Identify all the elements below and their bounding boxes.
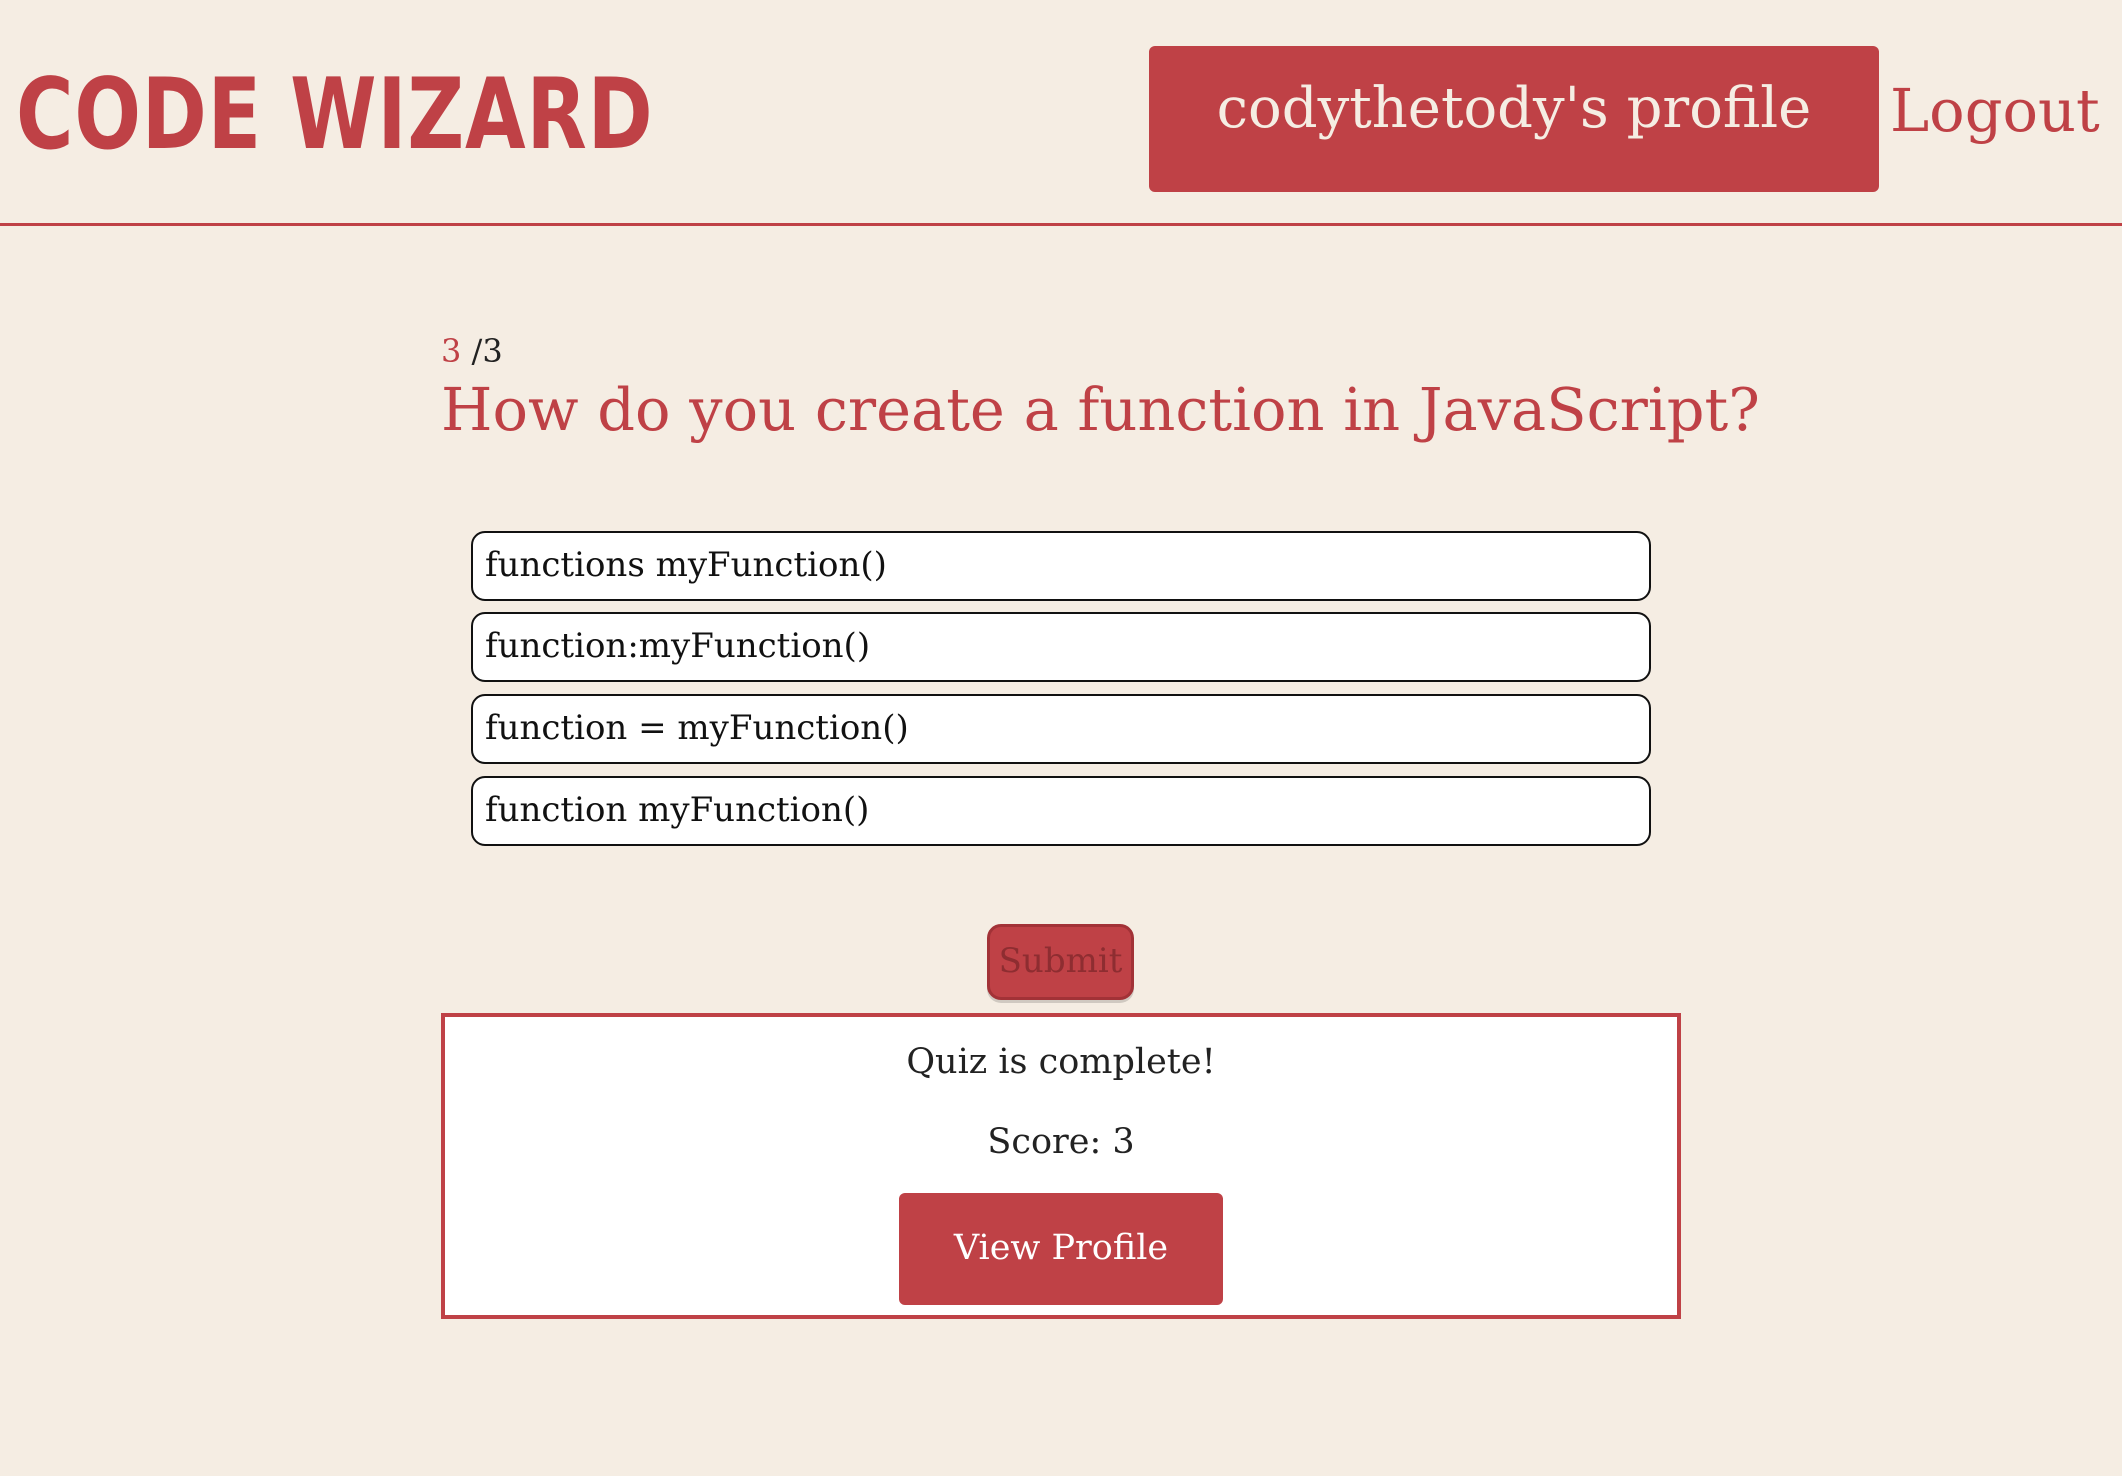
quiz-complete-message: Quiz is complete!: [906, 1042, 1216, 1082]
score-text: Score: 3: [987, 1122, 1135, 1162]
site-logo[interactable]: CODE WIZARD: [16, 56, 654, 174]
answer-option[interactable]: functions myFunction(): [471, 531, 1651, 601]
question-progress: 3 /3: [441, 326, 503, 376]
total-questions: /3: [471, 332, 503, 370]
submit-button[interactable]: Submit: [987, 924, 1134, 1000]
answer-option[interactable]: function myFunction(): [471, 776, 1651, 846]
profile-button[interactable]: codythetody's profile: [1149, 46, 1879, 192]
site-header: CODE WIZARD codythetody's profile Logout: [0, 0, 2122, 226]
current-question-number: 3: [441, 332, 462, 370]
logout-link[interactable]: Logout: [1890, 48, 2100, 174]
question-title: How do you create a function in JavaScri…: [441, 375, 1760, 444]
answer-option[interactable]: function = myFunction(): [471, 694, 1651, 764]
quiz-result-panel: Quiz is complete! Score: 3 View Profile: [441, 1013, 1681, 1319]
answer-option[interactable]: function:myFunction(): [471, 612, 1651, 682]
view-profile-button[interactable]: View Profile: [899, 1193, 1223, 1305]
